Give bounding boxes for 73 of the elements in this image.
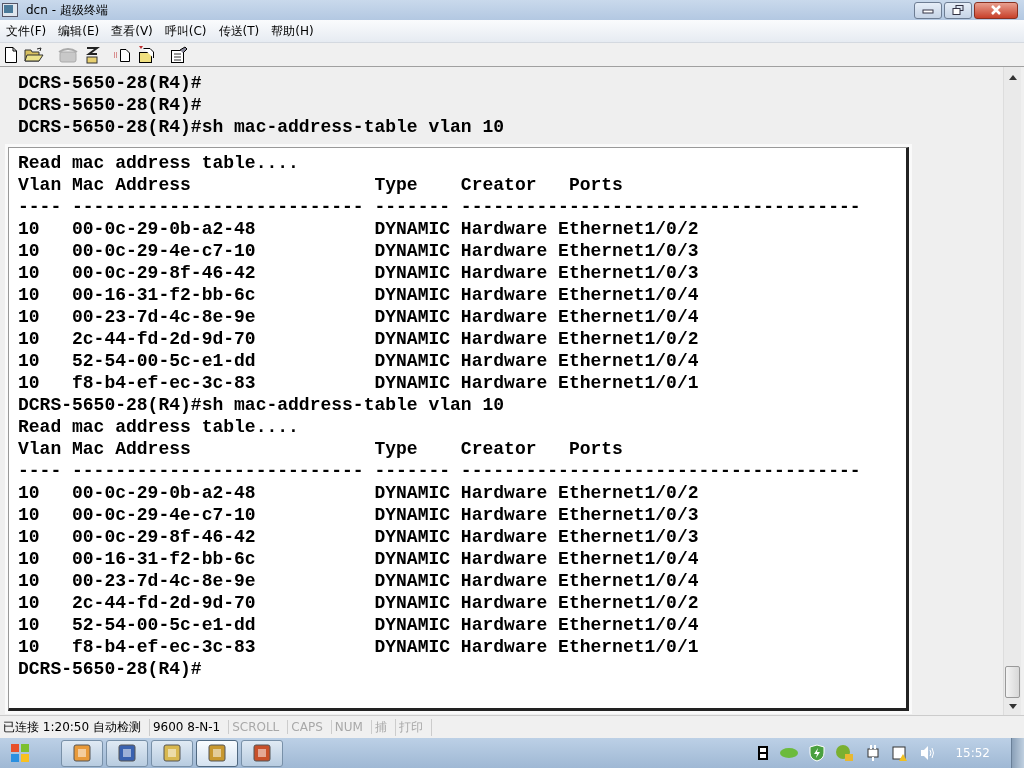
terminal-line: 10 52-54-00-5c-e1-dd DYNAMIC Hardware Ethernet1/0/4 [18, 614, 700, 636]
terminal-line: DCRS-5650-28(R4)#sh mac-address-table vlan 10 [17, 116, 506, 138]
folder-icon[interactable] [24, 46, 44, 63]
window-title: dcn - 超级终端 [26, 1, 108, 19]
minimize-icon [922, 6, 934, 14]
terminal-line: Vlan Mac Address Type Creator Ports [18, 438, 624, 460]
terminal-line: ---- --------------------------- ------- ------------------------------------- [18, 196, 862, 218]
send-file-icon[interactable] [114, 46, 132, 63]
terminal-line: 10 00-23-7d-4c-8e-9e DYNAMIC Hardware Ethernet1/0/4 [18, 570, 700, 592]
status-field: 已连接 1:20:50 自动检测 [0, 718, 150, 736]
menu-item[interactable]: 传送(T) [212, 22, 266, 40]
clock: 15:52 [955, 746, 990, 760]
new-file-icon[interactable] [4, 46, 18, 63]
terminal-line: 10 52-54-00-5c-e1-dd DYNAMIC Hardware Ethernet1/0/4 [18, 350, 700, 372]
restore-button[interactable] [944, 1, 972, 19]
app-icon [72, 744, 92, 762]
status-field: CAPS [288, 720, 332, 734]
restore-icon [952, 5, 964, 15]
app-icon [252, 744, 272, 762]
scrollbar-thumb[interactable] [1005, 666, 1020, 698]
status-field: SCROLL [229, 720, 289, 734]
menu-item[interactable]: 文件(F) [0, 22, 53, 40]
scroll-up-icon[interactable] [1008, 75, 1017, 80]
terminal-line: 10 00-0c-29-4e-c7-10 DYNAMIC Hardware Ethernet1/0/3 [18, 240, 700, 262]
terminal-line: ---- --------------------------- ------- ------------------------------------- [18, 460, 862, 482]
status-field: 捕 [371, 718, 396, 736]
terminal-line: 10 f8-b4-ef-ec-3c-83 DYNAMIC Hardware Ethernet1/0/1 [18, 636, 700, 658]
menu-item[interactable]: 编辑(E) [52, 22, 106, 40]
terminal-line: DCRS-5650-28(R4)#sh mac-address-table vlan 10 [18, 394, 506, 416]
status-field: 打印 [395, 718, 432, 736]
terminal-line: 10 f8-b4-ef-ec-3c-83 DYNAMIC Hardware Ethernet1/0/1 [18, 372, 700, 394]
terminal-line: 10 00-0c-29-8f-46-42 DYNAMIC Hardware Ethernet1/0/3 [18, 526, 700, 548]
terminal-line: Read mac address table.... [18, 416, 300, 438]
status-field: 9600 8-N-1 [149, 720, 230, 734]
status-field: NUM [331, 720, 372, 734]
terminal-line: 10 00-23-7d-4c-8e-9e DYNAMIC Hardware Ethernet1/0/4 [18, 306, 700, 328]
power-plug-icon[interactable] [865, 744, 882, 762]
terminal-line: 10 00-16-31-f2-bb-6c DYNAMIC Hardware Ethernet1/0/4 [18, 284, 700, 306]
minimize-button[interactable] [914, 1, 942, 19]
terminal-line: 10 00-0c-29-0b-a2-48 DYNAMIC Hardware Ethernet1/0/2 [18, 218, 700, 240]
terminal-line: 10 00-16-31-f2-bb-6c DYNAMIC Hardware Ethernet1/0/4 [18, 548, 700, 570]
shield-icon[interactable] [809, 744, 826, 762]
close-button[interactable] [974, 1, 1018, 19]
taskbar-button[interactable] [241, 739, 283, 767]
terminal-line: 10 00-0c-29-4e-c7-10 DYNAMIC Hardware Ethernet1/0/3 [18, 504, 700, 526]
terminal-icon [2, 3, 18, 17]
terminal-line: 10 2c-44-fd-2d-9d-70 DYNAMIC Hardware Ethernet1/0/2 [18, 328, 700, 350]
terminal-line: DCRS-5650-28(R4)# [18, 658, 203, 680]
terminal-line: 10 00-0c-29-0b-a2-48 DYNAMIC Hardware Ethernet1/0/2 [18, 482, 700, 504]
terminal-line: 10 00-0c-29-8f-46-42 DYNAMIC Hardware Ethernet1/0/3 [18, 262, 700, 284]
app-icon [207, 744, 227, 762]
terminal-line: 10 2c-44-fd-2d-9d-70 DYNAMIC Hardware Ethernet1/0/2 [18, 592, 700, 614]
properties-icon[interactable] [170, 45, 188, 64]
taskbar-button[interactable] [61, 739, 103, 767]
taskbar-button[interactable] [106, 739, 148, 767]
scrollbar[interactable] [1003, 67, 1021, 715]
app-icon [162, 744, 182, 762]
taskbar-button[interactable] [196, 739, 238, 767]
scroll-down-icon[interactable] [1008, 704, 1017, 709]
receive-file-icon[interactable] [138, 45, 156, 64]
terminal-line: DCRS-5650-28(R4)# [17, 72, 203, 94]
terminal-line: Vlan Mac Address Type Creator Ports [18, 174, 624, 196]
menu-item[interactable]: 呼叫(C) [158, 22, 213, 40]
app-icon [117, 744, 137, 762]
terminal-line: DCRS-5650-28(R4)# [17, 94, 203, 116]
show-desktop-button[interactable] [1011, 738, 1024, 768]
close-icon [990, 5, 1002, 15]
menu-item[interactable]: 查看(V) [105, 22, 159, 40]
terminal-line: Read mac address table.... [18, 152, 300, 174]
menu-item[interactable]: 帮助(H) [265, 22, 320, 40]
taskbar-button[interactable] [151, 739, 193, 767]
film-icon[interactable] [757, 745, 770, 761]
network-warning-icon[interactable] [891, 744, 910, 762]
